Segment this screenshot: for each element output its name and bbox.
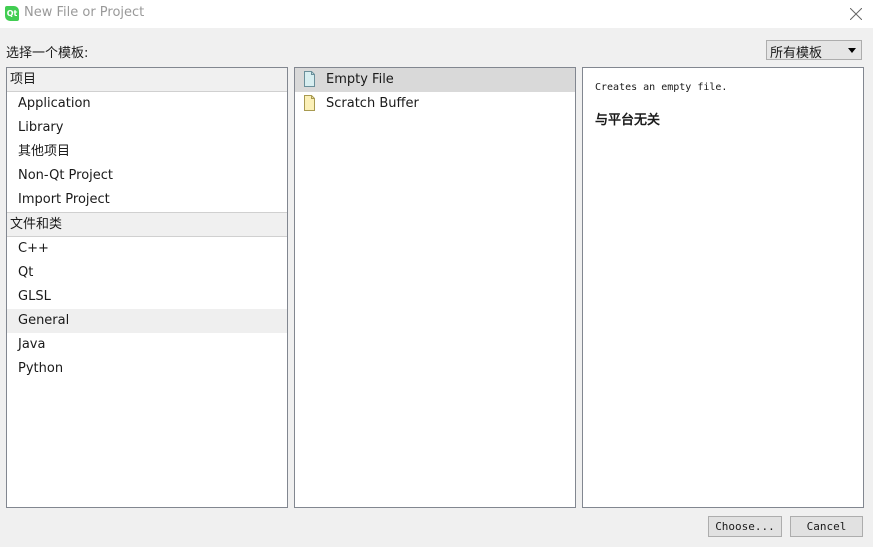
category-list[interactable]: 项目 Application Library 其他项目 Non-Qt Proje… (6, 67, 288, 508)
category-item-application[interactable]: Application (7, 92, 287, 116)
dropdown-arrow-icon (848, 48, 856, 53)
choose-template-label: 选择一个模板: (6, 46, 89, 61)
template-list[interactable]: Empty File Scratch Buffer (294, 67, 576, 508)
close-icon (850, 8, 862, 20)
qt-creator-icon: Qt (5, 6, 19, 21)
template-description-panel: Creates an empty file. 与平台无关 (582, 67, 864, 508)
template-filter-dropdown[interactable]: 所有模板 (766, 40, 862, 61)
category-item-java[interactable]: Java (7, 333, 287, 357)
template-item-scratch-buffer[interactable]: Scratch Buffer (295, 92, 575, 116)
category-group-projects: 项目 (7, 68, 287, 92)
category-item-library[interactable]: Library (7, 116, 287, 140)
choose-button[interactable]: Choose... (708, 516, 782, 537)
template-item-empty-file[interactable]: Empty File (295, 68, 575, 92)
category-group-files-classes: 文件和类 (7, 212, 287, 237)
category-item-general[interactable]: General (7, 309, 287, 333)
cancel-button[interactable]: Cancel (790, 516, 863, 537)
title-bar: Qt New File or Project (0, 0, 873, 28)
category-item-non-qt-project[interactable]: Non-Qt Project (7, 164, 287, 188)
template-label: Empty File (326, 72, 394, 87)
template-label: Scratch Buffer (326, 96, 419, 111)
file-icon (304, 95, 315, 111)
category-item-python[interactable]: Python (7, 357, 287, 381)
category-item-import-project[interactable]: Import Project (7, 188, 287, 212)
template-description: Creates an empty file. (595, 82, 728, 93)
category-item-glsl[interactable]: GLSL (7, 285, 287, 309)
new-file-dialog: Qt New File or Project 选择一个模板: 所有模板 项目 A… (0, 0, 873, 547)
window-title: New File or Project (24, 5, 145, 20)
category-item-cpp[interactable]: C++ (7, 237, 287, 261)
category-item-other-project[interactable]: 其他项目 (7, 140, 287, 164)
file-icon (304, 71, 315, 87)
close-button[interactable] (839, 0, 873, 28)
template-filter-value: 所有模板 (770, 46, 823, 61)
platform-info: 与平台无关 (595, 113, 661, 128)
category-item-qt[interactable]: Qt (7, 261, 287, 285)
